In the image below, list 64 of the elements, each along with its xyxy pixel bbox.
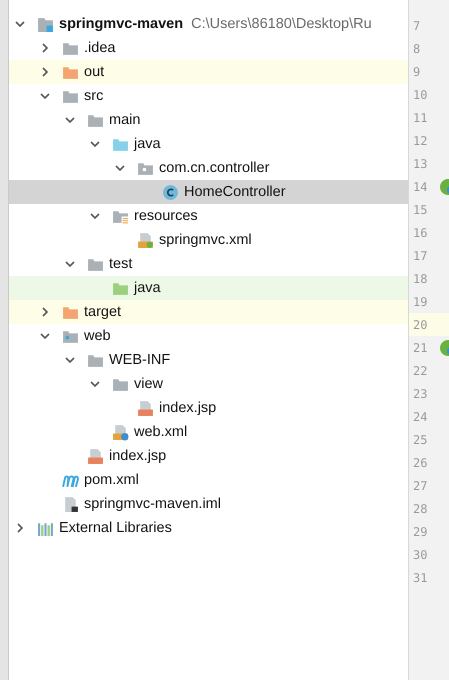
project-path: C:\Users\86180\Desktop\Ru <box>191 16 372 32</box>
tree-item[interactable]: test <box>109 256 132 272</box>
tree-item[interactable]: web.xml <box>134 424 188 440</box>
tree-item[interactable]: pom.xml <box>84 472 139 488</box>
line-number: 14 <box>413 180 428 194</box>
line-number: 19 <box>413 294 428 308</box>
line-number: 10 <box>413 88 428 102</box>
line-number: 27 <box>413 478 428 492</box>
chevron-right-icon[interactable] <box>40 67 50 77</box>
line-number: 18 <box>413 272 428 286</box>
chevron-down-icon[interactable] <box>15 19 25 29</box>
chevron-down-icon[interactable] <box>40 331 50 341</box>
tree-item[interactable]: External Libraries <box>59 520 172 536</box>
line-number: 11 <box>413 110 428 124</box>
chevron-right-icon[interactable] <box>40 307 50 317</box>
gutter-marker-icon[interactable] <box>439 340 449 356</box>
gutter-marker-icon[interactable] <box>439 178 449 194</box>
tree-item[interactable]: java <box>134 280 161 296</box>
tree-item[interactable]: java <box>134 136 161 152</box>
line-number: 23 <box>413 386 428 400</box>
chevron-down-icon[interactable] <box>40 91 50 101</box>
chevron-down-icon[interactable] <box>90 139 100 149</box>
line-number: 9 <box>413 64 420 78</box>
line-number: 8 <box>413 42 420 56</box>
line-number: 28 <box>413 502 428 516</box>
line-number: 20 <box>413 318 428 332</box>
tree-item[interactable]: HomeController <box>184 184 286 200</box>
tree-item[interactable]: index.jsp <box>159 400 216 416</box>
tree-item[interactable]: index.jsp <box>109 448 166 464</box>
line-number: 15 <box>413 202 428 216</box>
line-number: 21 <box>413 340 428 354</box>
tree-item[interactable]: resources <box>134 208 198 224</box>
tree-item[interactable]: .idea <box>84 40 116 56</box>
tree-item[interactable]: view <box>134 376 164 392</box>
tree-item[interactable]: web <box>84 328 111 344</box>
chevron-right-icon[interactable] <box>15 523 25 533</box>
line-number: 22 <box>413 364 428 378</box>
chevron-down-icon[interactable] <box>115 163 125 173</box>
line-number: 13 <box>413 156 428 170</box>
chevron-down-icon[interactable] <box>65 355 75 365</box>
line-number: 30 <box>413 548 428 562</box>
line-number: 26 <box>413 456 428 470</box>
line-number: 31 <box>413 570 428 584</box>
tree-item[interactable]: src <box>84 88 104 104</box>
tree-item[interactable]: com.cn.controller <box>159 160 270 176</box>
line-number: 17 <box>413 248 428 262</box>
chevron-right-icon[interactable] <box>40 43 50 53</box>
tree-item[interactable]: springmvc-maven.iml <box>84 496 221 512</box>
line-number: 7 <box>413 18 420 32</box>
line-number: 25 <box>413 432 428 446</box>
chevron-down-icon[interactable] <box>90 379 100 389</box>
line-number: 12 <box>413 134 428 148</box>
chevron-down-icon[interactable] <box>65 259 75 269</box>
line-number: 24 <box>413 410 428 424</box>
tree-item[interactable]: main <box>109 112 140 128</box>
tree-item[interactable]: target <box>84 304 122 320</box>
line-number: 29 <box>413 524 428 538</box>
line-number: 16 <box>413 226 428 240</box>
tree-item[interactable]: springmvc.xml <box>159 232 252 248</box>
tree-item[interactable]: out <box>84 64 104 80</box>
tree-item[interactable]: WEB-INF <box>109 352 170 368</box>
tree-item[interactable]: springmvc-maven <box>59 16 184 32</box>
chevron-down-icon[interactable] <box>90 211 100 221</box>
chevron-down-icon[interactable] <box>65 115 75 125</box>
